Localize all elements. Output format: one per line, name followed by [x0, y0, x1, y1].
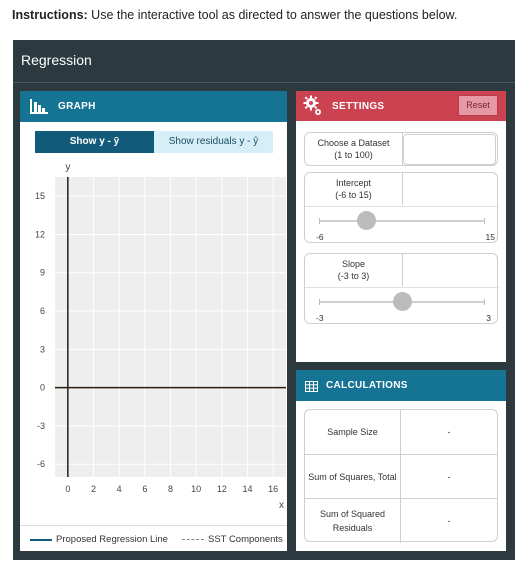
x-tick-label: 6 [142, 484, 147, 494]
graph-header-label: GRAPH [58, 101, 96, 112]
x-tick-label: 2 [91, 484, 96, 494]
intercept-range-text: (-6 to 15) [335, 190, 372, 200]
calculations-table: Sample Size - Sum of Squares, Total - Su… [304, 409, 498, 543]
gear-icon [303, 95, 323, 117]
calc-name-sample-size: Sample Size [305, 410, 401, 454]
table-row: Sum of Squares, Total - [305, 454, 497, 499]
x-tick-label: 8 [168, 484, 173, 494]
y-tick-label: 0 [40, 383, 45, 393]
settings-header-label: SETTINGS [332, 101, 385, 112]
regression-app: Regression GRAPH Show y - ȳ Show residua… [13, 40, 515, 560]
table-row: Sum of Squared Residuals - [305, 498, 497, 543]
bar-chart-icon [29, 98, 49, 115]
table-row: Sample Size - [305, 410, 497, 454]
x-tick-label: 0 [65, 484, 70, 494]
reset-button[interactable]: Reset [458, 95, 498, 116]
y-tick-label: 12 [35, 229, 45, 239]
x-tick-label: 12 [217, 484, 227, 494]
y-tick-label: -3 [37, 421, 45, 431]
slope-min-label: -3 [316, 313, 324, 323]
intercept-control: Intercept (-6 to 15) -6 15 [304, 172, 499, 243]
dataset-label: Choose a Dataset (1 to 100) [305, 133, 403, 165]
slope-control: Slope (-3 to 3) -3 3 [304, 253, 499, 324]
slope-slider[interactable]: -3 3 [305, 287, 499, 323]
calculations-header: CALCULATIONS [296, 370, 506, 401]
intercept-label: Intercept (-6 to 15) [305, 173, 403, 205]
settings-header: SETTINGS Reset [296, 91, 506, 121]
intercept-slider-tick [484, 218, 485, 224]
legend-label-regression-line: Proposed Regression Line [56, 534, 168, 545]
intercept-slider-track[interactable] [319, 218, 485, 224]
y-tick-label: 3 [40, 344, 45, 354]
show-residuals-button[interactable]: Show residuals y - ŷ [154, 131, 273, 153]
dataset-input[interactable] [403, 134, 496, 165]
regression-plot[interactable]: 0 2 4 6 8 10 12 14 16 15 12 9 6 3 0 -3 -6 y x [20, 157, 287, 517]
dataset-control: Choose a Dataset (1 to 100) [304, 132, 498, 166]
view-toggle: Show y - ȳ Show residuals y - ŷ [35, 131, 273, 153]
solid-line-swatch [30, 538, 52, 541]
show-deviation-button[interactable]: Show y - ȳ [35, 131, 154, 153]
intercept-label-text: Intercept [335, 178, 372, 188]
calc-name-sst: Sum of Squares, Total [305, 455, 401, 499]
dataset-label-text: Choose a Dataset [317, 138, 390, 148]
graph-header: GRAPH [20, 91, 287, 122]
instructions-bold: Instructions: [12, 8, 88, 22]
slope-slider-tick [319, 299, 320, 305]
slope-slider-thumb[interactable] [392, 292, 412, 311]
slope-label: Slope (-3 to 3) [305, 254, 403, 286]
y-tick-label: 15 [35, 191, 45, 201]
intercept-slider-thumb[interactable] [356, 211, 376, 230]
intercept-slider-tick [319, 218, 320, 224]
legend-item-sst-components: SST Components [182, 534, 283, 545]
x-axis-label: x [279, 500, 284, 511]
legend-item-regression-line: Proposed Regression Line [30, 534, 168, 545]
intercept-slider[interactable]: -6 15 [305, 206, 499, 242]
y-axis-label: y [65, 162, 70, 173]
dashed-line-swatch [182, 539, 204, 540]
calculations-header-label: CALCULATIONS [326, 380, 408, 391]
y-tick-label: 6 [40, 306, 45, 316]
calc-name-ssr: Sum of Squared Residuals [305, 499, 401, 543]
slope-max-label: 3 [486, 313, 491, 323]
x-tick-label: 16 [268, 484, 278, 494]
graph-legend: Proposed Regression Line SST Components [20, 525, 287, 551]
intercept-max-label: 15 [485, 232, 495, 242]
y-tick-label: 9 [40, 268, 45, 278]
instructions: Instructions: Use the interactive tool a… [12, 8, 457, 22]
calculations-panel: CALCULATIONS Sample Size - Sum of Square… [296, 370, 506, 551]
plot-svg: 0 2 4 6 8 10 12 14 16 15 12 9 6 3 0 -3 -6 y x [35, 162, 286, 511]
slope-slider-tick [484, 299, 485, 305]
app-title: Regression [21, 52, 92, 68]
y-tick-label: -6 [37, 459, 45, 469]
calc-value-sst: - [447, 472, 451, 482]
calc-value-sample-size: - [447, 427, 451, 437]
slope-label-text: Slope [341, 259, 366, 269]
app-divider [13, 82, 515, 83]
x-tick-label: 4 [117, 484, 122, 494]
x-tick-label: 14 [242, 484, 252, 494]
dataset-range-text: (1 to 100) [334, 150, 373, 160]
graph-panel: GRAPH Show y - ȳ Show residuals y - ŷ 0 2… [20, 91, 287, 551]
legend-label-sst-components: SST Components [208, 534, 283, 545]
slope-range-text: (-3 to 3) [337, 271, 370, 281]
intercept-min-label: -6 [316, 232, 324, 242]
instructions-text: Use the interactive tool as directed to … [87, 8, 458, 22]
settings-panel: SETTINGS Reset Choose a Dataset (1 to 10… [296, 91, 506, 362]
x-tick-label: 10 [191, 484, 201, 494]
table-icon [305, 379, 318, 392]
calc-value-ssr: - [447, 516, 451, 526]
